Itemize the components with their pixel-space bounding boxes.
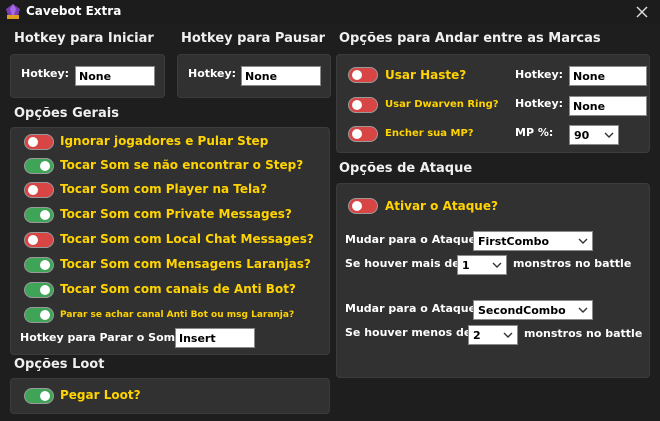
section-title-general: Opções Gerais (14, 106, 119, 121)
gem-icon (6, 4, 20, 19)
toggle-sound-orange[interactable] (24, 257, 54, 273)
toggle-sound-private[interactable] (24, 207, 54, 223)
toggle-sound-local-chat[interactable] (24, 232, 54, 248)
haste-label: Usar Haste? (385, 68, 467, 82)
section-title-hotkey-start: Hotkey para Iniciar (14, 31, 154, 46)
panel-general: Ignorar jogadores e Pular Step Tocar Som… (10, 127, 330, 355)
rule1-count-value: 1 (462, 259, 470, 272)
dwarven-ring-hotkey-input[interactable]: None (569, 96, 647, 116)
toggle-loot[interactable] (24, 388, 54, 404)
hotkey-pause-input[interactable]: None (241, 66, 321, 86)
toggle-stop-anti-bot[interactable] (24, 307, 54, 323)
chevron-down-icon (578, 238, 588, 244)
section-title-attack: Opções de Ataque (339, 161, 473, 176)
haste-hotkey-label: Hotkey: (515, 68, 564, 81)
title-bar: Cavebot Extra (0, 0, 660, 24)
mp-percent-label: MP %: (515, 126, 554, 139)
hotkey-start-label: Hotkey: (21, 67, 70, 80)
rule2-suffix: monstros no battle (524, 327, 643, 340)
hotkey-pause-label: Hotkey: (188, 67, 237, 80)
chevron-down-icon (578, 307, 588, 313)
dwarven-ring-hotkey-label: Hotkey: (515, 97, 564, 110)
sound-private-label: Tocar Som com Private Messages? (60, 207, 292, 221)
rule1-change-label: Mudar para o Ataque (345, 233, 477, 246)
stop-sound-input[interactable]: Insert (175, 328, 255, 348)
panel-hotkey-start: Hotkey: None (10, 54, 165, 98)
window-title: Cavebot Extra (26, 4, 122, 18)
rule1-count-select[interactable]: 1 (457, 255, 507, 275)
panel-walk: Usar Haste? Hotkey: None Usar Dwarven Ri… (336, 54, 650, 153)
close-icon (636, 6, 648, 18)
sound-local-chat-label: Tocar Som com Local Chat Messages? (60, 232, 314, 246)
rule2-combo-value: SecondCombo (478, 304, 566, 317)
section-title-walk: Opções para Andar entre as Marcas (339, 31, 601, 46)
mp-percent-value: 90 (574, 129, 590, 142)
loot-label: Pegar Loot? (60, 388, 141, 402)
rule1-cond-label: Se houver mais de (345, 257, 460, 270)
toggle-dwarven-ring[interactable] (348, 97, 378, 113)
rule2-count-value: 2 (473, 329, 481, 342)
toggle-sound-step[interactable] (24, 158, 54, 174)
chevron-down-icon (492, 262, 502, 268)
rule1-combo-value: FirstCombo (478, 235, 550, 248)
toggle-fill-mp[interactable] (348, 126, 378, 142)
toggle-ignore-players[interactable] (24, 134, 54, 150)
dwarven-ring-label: Usar Dwarven Ring? (385, 99, 499, 110)
sound-anti-bot-label: Tocar Som com canais de Anti Bot? (60, 282, 296, 296)
chevron-down-icon (503, 332, 513, 338)
rule2-combo-select[interactable]: SecondCombo (473, 300, 593, 320)
panel-loot: Pegar Loot? (10, 378, 330, 414)
hotkey-start-input[interactable]: None (75, 66, 155, 86)
fill-mp-label: Encher sua MP? (385, 128, 474, 139)
toggle-haste[interactable] (348, 67, 378, 83)
rule2-cond-label: Se houver menos de (345, 326, 472, 339)
haste-hotkey-input[interactable]: None (569, 66, 647, 86)
stop-sound-label: Hotkey para Parar o Som: (20, 331, 180, 344)
panel-attack: Ativar o Ataque? Mudar para o Ataque Fir… (336, 183, 650, 378)
toggle-sound-player[interactable] (24, 182, 54, 198)
sound-orange-label: Tocar Som com Mensagens Laranjas? (60, 257, 311, 271)
rule1-combo-select[interactable]: FirstCombo (473, 231, 593, 251)
mp-percent-select[interactable]: 90 (569, 125, 619, 145)
toggle-attack[interactable] (348, 198, 378, 214)
toggle-sound-anti-bot[interactable] (24, 282, 54, 298)
rule2-change-label: Mudar para o Ataque (345, 302, 477, 315)
sound-player-label: Tocar Som com Player na Tela? (60, 182, 268, 196)
panel-hotkey-pause: Hotkey: None (177, 54, 331, 98)
section-title-loot: Opções Loot (14, 357, 105, 372)
ignore-players-label: Ignorar jogadores e Pular Step (60, 134, 269, 148)
rule2-count-select[interactable]: 2 (468, 325, 518, 345)
sound-step-label: Tocar Som se não encontrar o Step? (60, 158, 304, 172)
attack-label: Ativar o Ataque? (385, 199, 498, 213)
close-button[interactable] (632, 2, 652, 22)
chevron-down-icon (604, 132, 614, 138)
section-title-hotkey-pause: Hotkey para Pausar (181, 31, 326, 46)
stop-anti-bot-label: Parar se achar canal Anti Bot ou msg Lar… (60, 310, 295, 320)
rule1-suffix: monstros no battle (513, 257, 632, 270)
